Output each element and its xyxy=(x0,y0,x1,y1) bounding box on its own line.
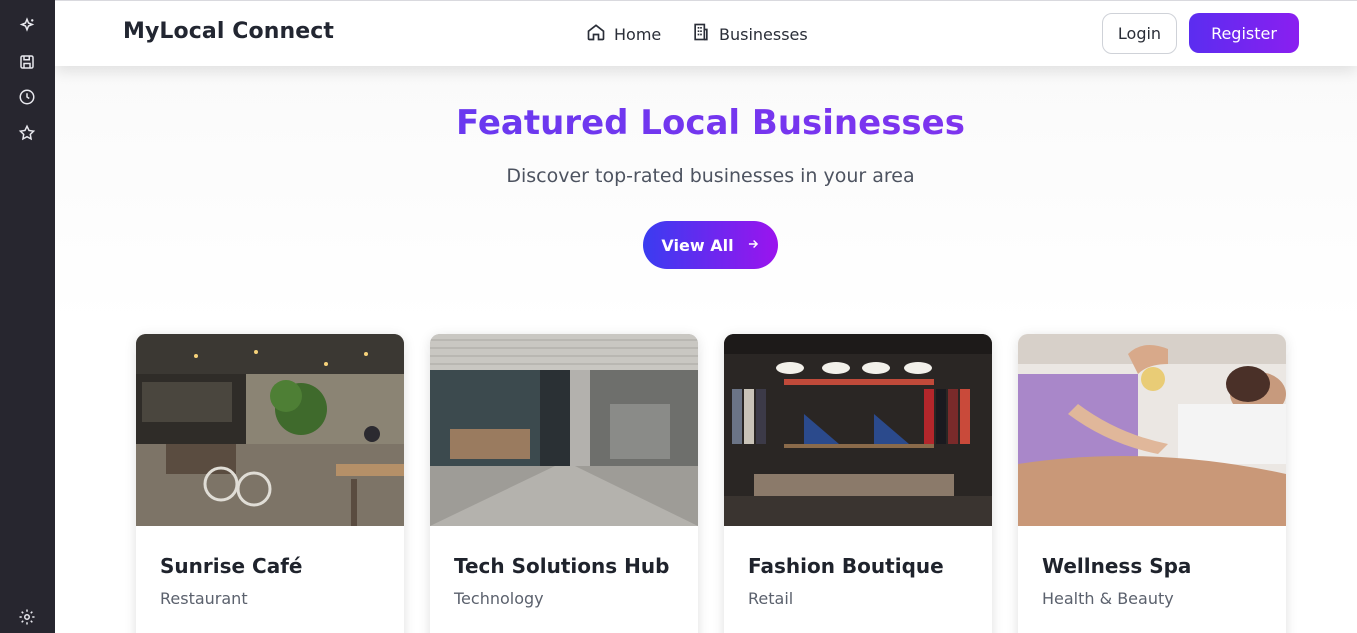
register-button[interactable]: Register xyxy=(1189,13,1299,53)
business-card[interactable]: Wellness Spa Health & Beauty xyxy=(1018,334,1286,633)
building-icon xyxy=(691,22,711,46)
card-category: Retail xyxy=(748,589,794,608)
spa-photo xyxy=(1018,334,1286,526)
view-all-label: View All xyxy=(661,235,734,255)
nav-home[interactable]: Home xyxy=(586,22,661,46)
sparkle-icon[interactable] xyxy=(17,16,37,36)
save-icon[interactable] xyxy=(17,52,37,72)
office-photo xyxy=(430,334,698,526)
card-category: Technology xyxy=(454,589,544,608)
business-card[interactable]: Fashion Boutique Retail xyxy=(724,334,992,633)
nav-businesses-label: Businesses xyxy=(719,24,808,44)
settings-icon[interactable] xyxy=(17,607,37,627)
history-icon[interactable] xyxy=(17,87,37,107)
arrow-right-icon xyxy=(746,236,760,255)
nav-home-label: Home xyxy=(614,24,662,44)
card-category: Restaurant xyxy=(160,589,248,608)
card-title[interactable]: Fashion Boutique xyxy=(748,554,944,578)
hero-subtitle: Discover top-rated businesses in your ar… xyxy=(506,165,915,187)
star-icon[interactable] xyxy=(17,123,37,143)
card-category: Health & Beauty xyxy=(1042,589,1174,608)
card-title[interactable]: Tech Solutions Hub xyxy=(454,554,669,578)
hero-title: Featured Local Businesses xyxy=(55,103,1357,143)
view-all-button[interactable]: View All xyxy=(643,221,778,269)
home-icon xyxy=(586,22,606,46)
left-rail xyxy=(0,0,55,633)
card-title[interactable]: Sunrise Café xyxy=(160,554,302,578)
nav-businesses[interactable]: Businesses xyxy=(691,22,808,46)
cafe-photo xyxy=(136,334,404,526)
business-card[interactable]: Tech Solutions Hub Technology xyxy=(430,334,698,633)
brand-logo[interactable]: MyLocal Connect xyxy=(123,19,334,44)
business-card[interactable]: Sunrise Café Restaurant xyxy=(136,334,404,633)
login-button[interactable]: Login xyxy=(1102,13,1177,54)
boutique-photo xyxy=(724,334,992,526)
app-window: MyLocal Connect Home Businesses Login Re… xyxy=(55,0,1357,633)
top-header: MyLocal Connect Home Businesses Login Re… xyxy=(55,0,1357,66)
card-title[interactable]: Wellness Spa xyxy=(1042,554,1191,578)
